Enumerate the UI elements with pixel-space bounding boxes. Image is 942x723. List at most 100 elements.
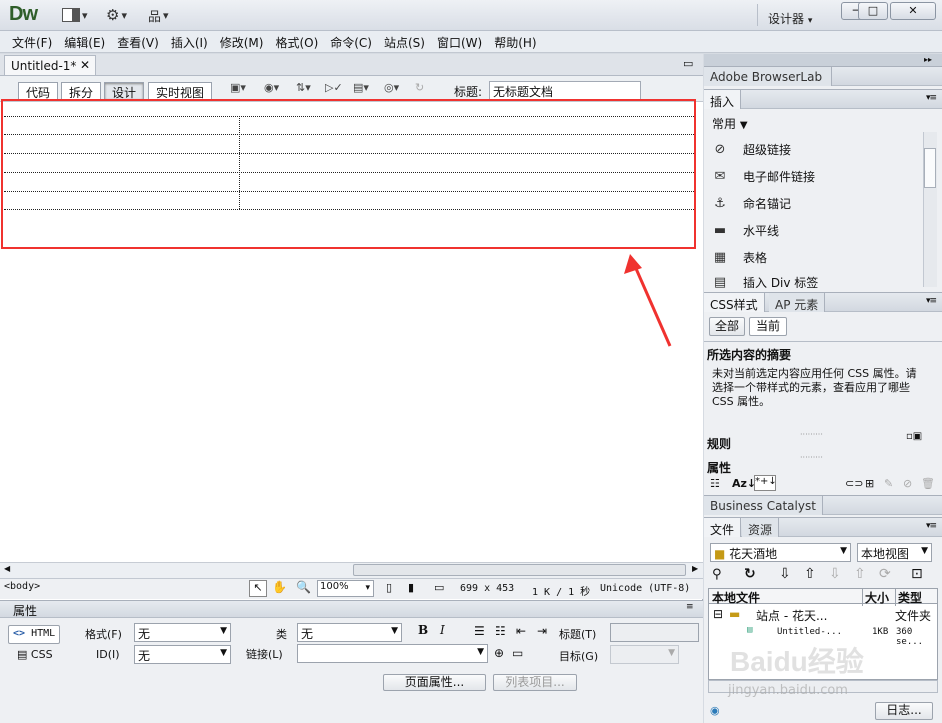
tab-css-styles[interactable]: CSS样式	[704, 293, 765, 312]
multiscreen-icon[interactable]: ▣▾	[230, 81, 246, 101]
insert-item-hyperlink[interactable]: ⊘ 超级链接	[710, 139, 791, 159]
document-tab[interactable]: Untitled-1* ✕	[4, 55, 96, 75]
set-props-icon[interactable]: *+↓	[754, 475, 777, 491]
css-mode-button[interactable]: ▤ CSS	[17, 648, 53, 661]
visual-aids-icon[interactable]: ◎▾	[384, 81, 399, 101]
put-files-icon[interactable]: ⇧	[804, 566, 816, 582]
menu-commands[interactable]: 命令(C)	[324, 31, 378, 52]
point-to-file-icon[interactable]: ⊕	[494, 646, 504, 660]
split-view-button[interactable]: 拆分	[61, 82, 102, 100]
delete-icon[interactable]: 🗑	[921, 477, 935, 490]
dock-grip[interactable]	[704, 54, 942, 66]
tab-assets[interactable]: 资源	[742, 518, 780, 537]
format-select[interactable]: 无 ▼	[134, 623, 231, 642]
attach-style-icon[interactable]: ⊂⊃	[845, 477, 863, 490]
resize-grip[interactable]: ·········	[800, 453, 823, 462]
connect-icon[interactable]: ⚲	[712, 567, 722, 582]
tab-ap-elements[interactable]: AP 元素	[769, 293, 826, 312]
close-tab-icon[interactable]: ✕	[80, 58, 90, 72]
html-mode-button[interactable]: <> HTML	[8, 625, 60, 644]
maximize-button[interactable]: □	[858, 2, 888, 20]
insert-item-email[interactable]: ✉ 电子邮件链接	[710, 166, 815, 186]
browser-preview-icon[interactable]: ◉▾	[264, 81, 279, 101]
check-browser-icon[interactable]: ▤▾	[353, 81, 369, 101]
title-prop-input[interactable]	[610, 623, 699, 642]
page-properties-button[interactable]: 页面属性...	[383, 674, 486, 691]
menu-edit[interactable]: 编辑(E)	[58, 31, 111, 52]
zoom-tool-icon[interactable]: 🔍	[296, 580, 311, 594]
insert-category-select[interactable]: 常用 ▼	[712, 115, 748, 132]
scroll-left-icon[interactable]: ◀	[4, 564, 10, 573]
insert-item-anchor[interactable]: ⚓ 命名锚记	[710, 193, 791, 213]
desktop-size-icon[interactable]: ▭	[434, 581, 444, 594]
collapse-icon[interactable]: ▸▸	[924, 55, 932, 64]
tag-selector[interactable]: <body>	[4, 581, 40, 592]
layout-icon[interactable]: ▾	[62, 6, 88, 24]
list-item[interactable]: ⊟ ▬ 站点 - 花天... 文件夹	[709, 607, 937, 623]
menu-view[interactable]: 查看(V)	[111, 31, 165, 52]
site-icon[interactable]: 品 ▾	[148, 6, 169, 25]
menu-file[interactable]: 文件(F)	[6, 31, 58, 52]
w3c-validation-icon[interactable]: ▷✓	[325, 81, 343, 101]
menu-site[interactable]: 站点(S)	[378, 31, 431, 52]
menu-window[interactable]: 窗口(W)	[431, 31, 488, 52]
select-tool-icon[interactable]: ↖	[249, 580, 267, 597]
panel-menu-icon[interactable]: ≡	[686, 602, 694, 612]
insert-item-table[interactable]: ▦ 表格	[710, 247, 767, 267]
tab-browserlab[interactable]: Adobe BrowserLab	[704, 67, 832, 86]
scroll-right-icon[interactable]: ▶	[692, 564, 698, 573]
tab-insert[interactable]: 插入	[704, 90, 742, 109]
window-size[interactable]: 699 x 453	[460, 583, 514, 594]
disable-icon[interactable]: ⊘	[903, 477, 912, 490]
get-files-icon[interactable]: ⇩	[779, 566, 791, 582]
edit-rule-icon[interactable]: ✎	[884, 477, 893, 490]
doc-title-input[interactable]: 无标题文档	[489, 81, 641, 100]
properties-header[interactable]: 属性	[0, 600, 703, 618]
gear-icon[interactable]: ⚙ ▾	[106, 6, 127, 24]
css-all-button[interactable]: 全部	[709, 317, 745, 336]
live-view-button[interactable]: 实时视图	[148, 82, 213, 100]
target-select[interactable]: ▼	[610, 645, 679, 664]
list-item-button[interactable]: 列表项目...	[493, 674, 577, 691]
scrollbar-thumb[interactable]	[353, 564, 686, 576]
refresh-icon[interactable]: ↻	[744, 566, 756, 582]
insert-item-hr[interactable]: ▬ 水平线	[710, 220, 779, 240]
col-size[interactable]: 大小	[862, 589, 889, 606]
col-type[interactable]: 类型	[895, 589, 922, 606]
indent-icon[interactable]: ⇥	[537, 624, 547, 638]
menu-format[interactable]: 格式(O)	[269, 31, 324, 52]
code-view-button[interactable]: 代码	[18, 82, 59, 100]
restore-doc-icon[interactable]: ▭	[683, 57, 693, 70]
category-view-icon[interactable]: ☷	[710, 477, 720, 490]
tablet-size-icon[interactable]: ▮	[408, 581, 414, 594]
alpha-view-icon[interactable]: Az↓	[732, 477, 756, 490]
menu-insert[interactable]: 插入(I)	[165, 31, 214, 52]
site-select[interactable]: ■ 花天酒地 ▼	[710, 543, 851, 562]
view-select[interactable]: 本地视图 ▼	[857, 543, 932, 562]
unordered-list-icon[interactable]: ☰	[474, 624, 485, 638]
panel-menu-icon[interactable]: ▾≡	[926, 296, 937, 306]
file-management-icon[interactable]: ⇅▾	[296, 81, 311, 101]
collapse-node-icon[interactable]: ⊟	[713, 607, 723, 621]
new-rule-icon[interactable]: ⊞	[865, 477, 874, 490]
panel-menu-icon[interactable]: ▾≡	[926, 521, 937, 531]
css-current-button[interactable]: 当前	[749, 317, 787, 336]
hand-tool-icon[interactable]: ✋	[272, 580, 287, 594]
sync-icon[interactable]: ⟳	[879, 566, 891, 582]
link-input[interactable]: ▼	[297, 644, 488, 663]
outdent-icon[interactable]: ⇤	[516, 624, 526, 638]
mobile-size-icon[interactable]: ▯	[386, 581, 392, 594]
resize-grip[interactable]: ·········	[800, 430, 823, 439]
close-button[interactable]: ✕	[890, 2, 936, 20]
ordered-list-icon[interactable]: ☷	[495, 624, 506, 638]
italic-button[interactable]: I	[440, 623, 445, 637]
workspace-switcher[interactable]: 设计器 ▾	[757, 4, 847, 26]
log-button[interactable]: 日志...	[875, 702, 933, 720]
class-select[interactable]: 无 ▼	[297, 623, 402, 642]
zoom-select[interactable]: 100% ▾	[317, 580, 374, 597]
menu-help[interactable]: 帮助(H)	[488, 31, 542, 52]
design-view-button[interactable]: 设计	[104, 82, 145, 100]
rules-view-icons[interactable]: ▫▣	[906, 431, 922, 442]
id-select[interactable]: 无 ▼	[134, 645, 231, 664]
tab-business-catalyst[interactable]: Business Catalyst	[704, 496, 823, 515]
